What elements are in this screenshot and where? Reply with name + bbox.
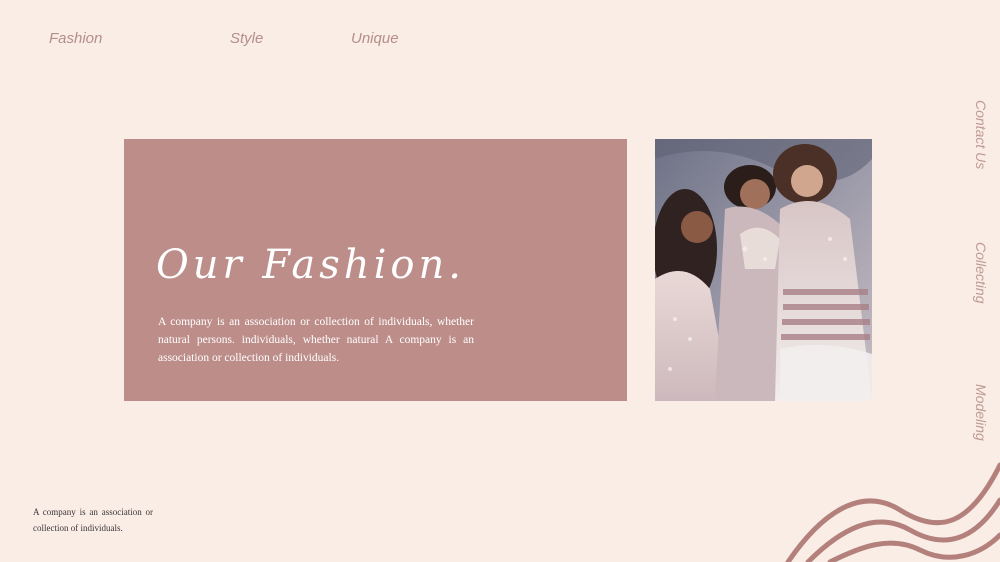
- card-title: Our Fashion.: [156, 242, 465, 288]
- hero-card: Our Fashion. A company is an association…: [124, 139, 627, 401]
- card-body-text: A company is an association or collectio…: [158, 316, 474, 364]
- nav-item-fashion[interactable]: Fashion: [49, 30, 102, 47]
- side-item-contact-us[interactable]: Contact Us: [973, 100, 989, 169]
- photo-illustration: [655, 139, 872, 401]
- footer-text: A company is an association or collectio…: [33, 507, 153, 533]
- side-item-collecting[interactable]: Collecting: [973, 242, 989, 303]
- nav-item-unique[interactable]: Unique: [351, 30, 399, 47]
- side-item-modeling[interactable]: Modeling: [973, 384, 989, 441]
- fashion-models-photo: [655, 139, 872, 401]
- nav-item-style[interactable]: Style: [230, 30, 263, 47]
- wave-decoration: [785, 462, 1000, 562]
